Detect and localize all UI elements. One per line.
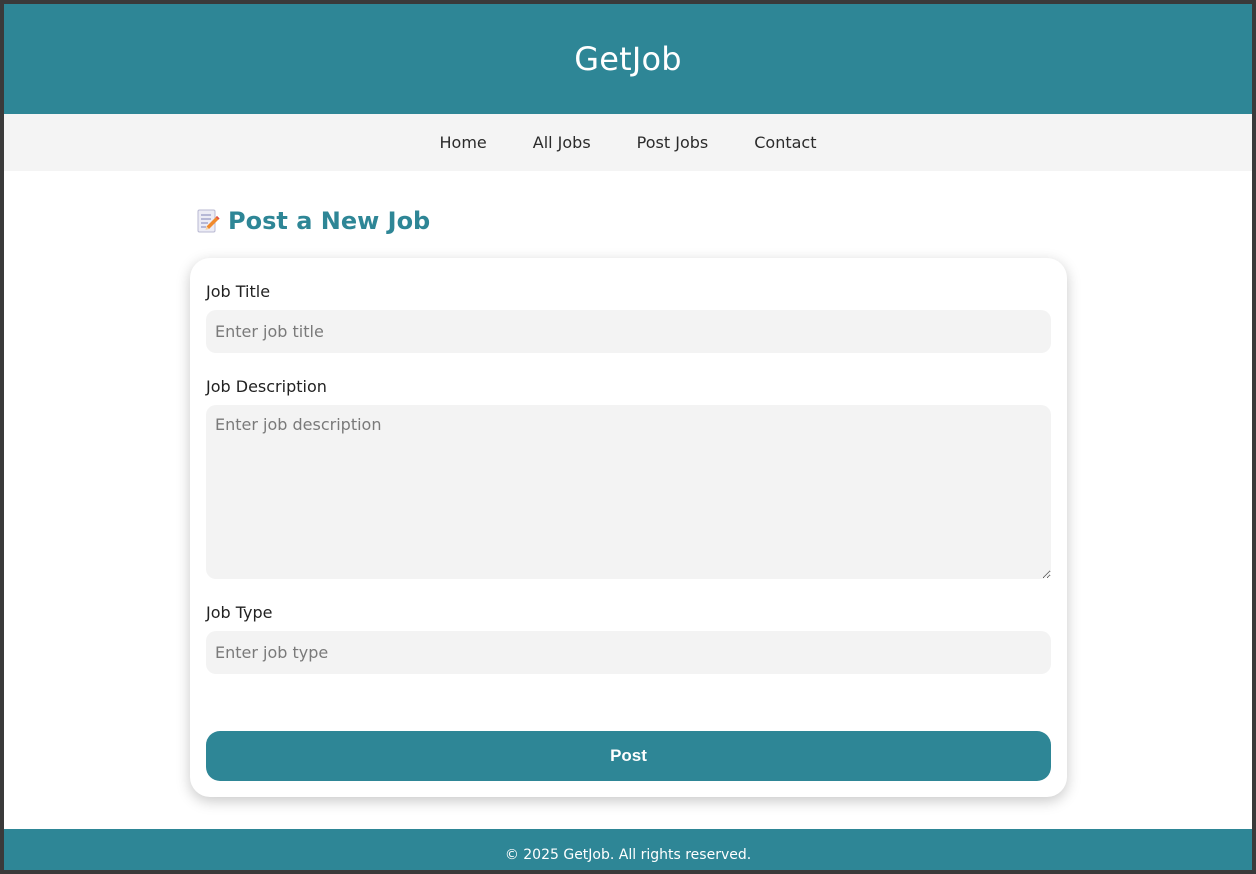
nav-item-all-jobs[interactable]: All Jobs [533, 133, 591, 152]
job-title-label: Job Title [206, 282, 271, 301]
job-type-label: Job Type [206, 603, 273, 622]
job-description-textarea[interactable] [206, 405, 1051, 579]
page-frame: GetJob Home All Jobs Post Jobs Contact P… [4, 4, 1252, 870]
site-title[interactable]: GetJob [574, 40, 682, 78]
copyright-text: © 2025 GetJob. All rights reserved. [504, 846, 752, 863]
nav-item-contact[interactable]: Contact [754, 133, 816, 152]
post-button[interactable]: Post [206, 731, 1051, 781]
site-header: GetJob [4, 4, 1252, 114]
job-type-input[interactable] [206, 631, 1051, 674]
job-description-label: Job Description [206, 377, 327, 396]
page-heading: Post a New Job [196, 204, 430, 238]
site-footer: © 2025 GetJob. All rights reserved. [4, 829, 1252, 870]
job-title-input[interactable] [206, 310, 1051, 353]
nav-item-home[interactable]: Home [440, 133, 487, 152]
post-job-form: Job Title Job Description Job Type Post [190, 258, 1067, 797]
memo-icon [196, 208, 220, 234]
page-title: Post a New Job [228, 207, 431, 235]
nav-item-post-jobs[interactable]: Post Jobs [637, 133, 709, 152]
main-nav: Home All Jobs Post Jobs Contact [4, 114, 1252, 171]
